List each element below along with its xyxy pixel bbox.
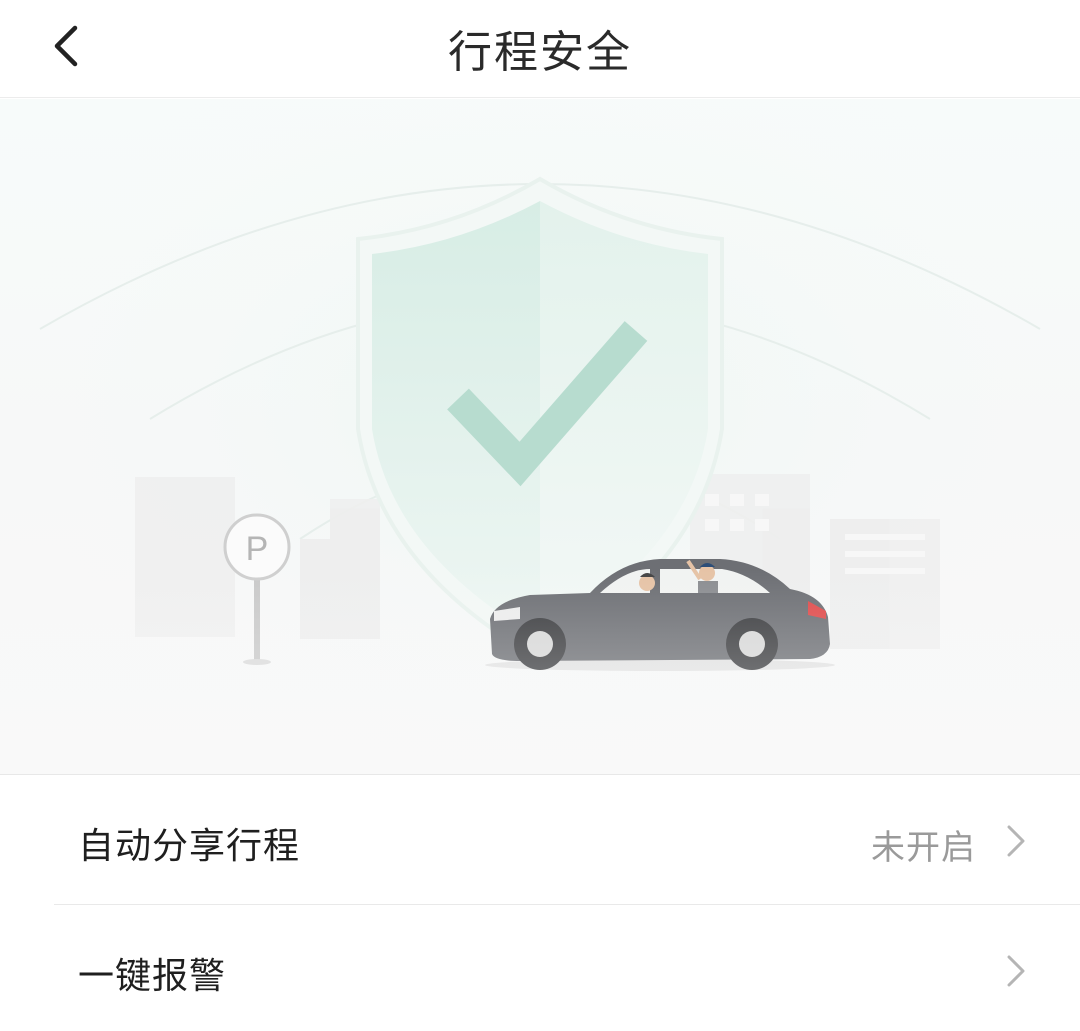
emergency-alarm-row[interactable]: 一键报警 bbox=[0, 905, 1080, 1031]
emergency-alarm-label: 一键报警 bbox=[78, 956, 227, 997]
svg-text:P: P bbox=[246, 530, 269, 568]
nav-bar: 行程安全 bbox=[0, 0, 1080, 98]
trip-safety-illustration: P bbox=[0, 99, 1080, 774]
page-title: 行程安全 bbox=[448, 27, 632, 78]
auto-share-trip-label: 自动分享行程 bbox=[78, 826, 301, 867]
auto-share-trip-row[interactable]: 自动分享行程 未开启 bbox=[0, 775, 1080, 905]
chevron-right-icon bbox=[1004, 823, 1028, 859]
auto-share-trip-status: 未开启 bbox=[871, 828, 976, 868]
chevron-right-icon bbox=[1004, 953, 1028, 989]
settings-list: 自动分享行程 未开启 一键报警 bbox=[0, 775, 1080, 1031]
